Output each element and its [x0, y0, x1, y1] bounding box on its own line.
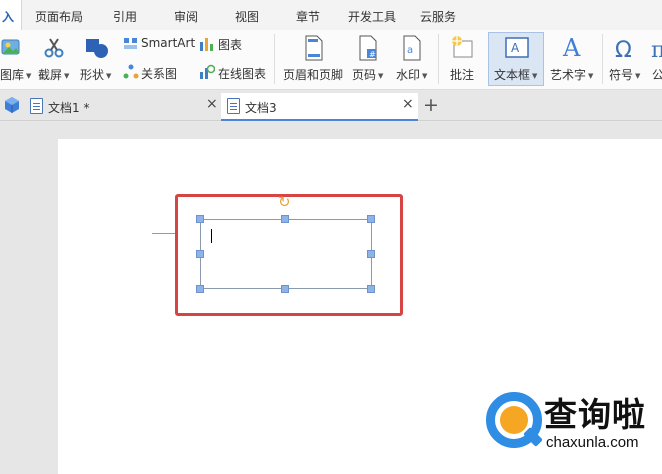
logo-dot	[500, 406, 528, 434]
textbox-icon: A	[505, 37, 529, 58]
chart-button[interactable]: 图表	[218, 36, 242, 53]
svg-text:a: a	[407, 45, 413, 56]
resize-handle-right[interactable]	[367, 250, 375, 258]
menu-tab-bar: 入 页面布局 引用 审阅 视图 章节 开发工具 云服务	[0, 0, 662, 30]
resize-handle-bottom-right[interactable]	[367, 285, 375, 293]
document-icon	[227, 98, 240, 114]
scissors-icon	[44, 38, 64, 58]
shapes-icon	[86, 39, 108, 58]
wps-writer-window: 入 页面布局 引用 审阅 视图 章节 开发工具 云服务 图库 ▼ 截屏 ▼ 形状 ▼	[0, 0, 662, 474]
symbol-button[interactable]: 符号 ▼	[609, 66, 640, 83]
resize-handle-left[interactable]	[196, 250, 204, 258]
text-box[interactable]	[200, 219, 372, 289]
resize-handle-bottom[interactable]	[281, 285, 289, 293]
tab-references[interactable]: 引用	[113, 8, 137, 25]
document-icon	[30, 98, 43, 114]
doc-tab-label: 文档3	[245, 101, 277, 115]
smartart-button[interactable]: SmartArt	[141, 36, 195, 50]
ribbon-separator	[274, 34, 275, 84]
tab-cloud-services[interactable]: 云服务	[420, 8, 456, 25]
wps-cube-icon	[5, 97, 19, 113]
tab-insert[interactable]: 入	[0, 0, 22, 30]
page-number-button[interactable]: 页码 ▼	[352, 66, 383, 83]
formula-icon: π	[651, 38, 662, 61]
ribbon-separator	[602, 34, 603, 84]
svg-text:A: A	[562, 34, 581, 60]
gallery-button[interactable]: 图库 ▼	[0, 66, 31, 83]
ribbon-separator	[438, 34, 439, 84]
wordart-button[interactable]: 艺术字 ▼	[550, 66, 593, 83]
doc-tab-2[interactable]: 文档3 ×	[221, 93, 418, 121]
header-footer-button[interactable]: 页眉和页脚	[283, 66, 343, 83]
site-watermark-logo: 查询啦 chaxunla.com	[486, 388, 656, 458]
tab-review[interactable]: 审阅	[174, 8, 198, 25]
svg-text:π: π	[651, 38, 662, 61]
resize-handle-top-left[interactable]	[196, 215, 204, 223]
text-cursor	[211, 229, 212, 243]
smartart-icon	[124, 38, 137, 49]
comment-button[interactable]: 批注	[450, 66, 474, 83]
online-chart-icon	[200, 64, 215, 79]
watermark-name: 查询啦	[544, 395, 646, 434]
bar-chart-icon	[200, 38, 213, 51]
resize-handle-top[interactable]	[281, 215, 289, 223]
svg-text:#: #	[369, 50, 376, 59]
svg-text:Ω: Ω	[615, 38, 632, 61]
relation-chart-button[interactable]: 关系图	[141, 65, 177, 82]
rotate-handle-icon[interactable]: ↻	[278, 195, 291, 210]
close-icon[interactable]: ×	[206, 96, 218, 112]
relation-chart-icon	[123, 64, 139, 79]
gallery-icon	[1, 39, 20, 55]
shapes-button[interactable]: 形状 ▼	[80, 66, 111, 83]
new-tab-plus-icon[interactable]: +	[423, 94, 439, 116]
tab-view[interactable]: 视图	[235, 8, 259, 25]
tab-section[interactable]: 章节	[296, 8, 320, 25]
doc-tab-1[interactable]: 文档1 * ×	[24, 93, 220, 121]
tab-developer-tools[interactable]: 开发工具	[348, 8, 396, 25]
comment-icon	[452, 36, 473, 58]
omega-icon: Ω	[615, 38, 632, 61]
tab-page-layout[interactable]: 页面布局	[35, 8, 83, 25]
document-tab-bar: 文档1 * × 文档3 × +	[0, 91, 662, 121]
resize-handle-bottom-left[interactable]	[196, 285, 204, 293]
screenshot-button[interactable]: 截屏 ▼	[38, 66, 69, 83]
formula-button[interactable]: 公	[652, 66, 662, 83]
doc-tab-label: 文档1 *	[48, 101, 90, 115]
resize-handle-top-right[interactable]	[367, 215, 375, 223]
wordart-icon: A	[562, 34, 581, 60]
textbox-button[interactable]: 文本框 ▼	[494, 66, 537, 83]
watermark-button[interactable]: 水印 ▼	[396, 66, 427, 83]
header-footer-icon	[305, 35, 323, 61]
online-chart-button[interactable]: 在线图表	[218, 65, 266, 82]
watermark-icon: a	[403, 35, 421, 61]
page-number-icon: #	[359, 35, 377, 61]
svg-text:A: A	[511, 41, 520, 55]
insert-ribbon: 图库 ▼ 截屏 ▼ 形状 ▼ SmartArt 图表 关系图 在线图表 页眉和页…	[0, 30, 662, 90]
close-icon[interactable]: ×	[402, 96, 414, 112]
watermark-url: chaxunla.com	[546, 434, 639, 451]
